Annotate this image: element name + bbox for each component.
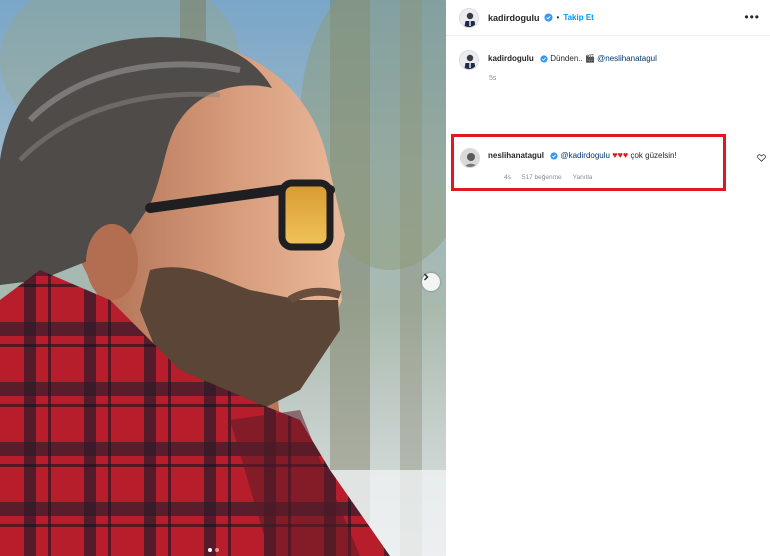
- carousel-dot: [208, 548, 212, 552]
- comment-body: neslihanatagul @kadirdogulu ♥♥♥ çok güze…: [488, 150, 677, 181]
- caption-username[interactable]: kadirdogulu: [488, 54, 534, 63]
- carousel-dot: [215, 548, 219, 552]
- verified-badge-icon: [540, 55, 548, 63]
- photo-illustration: [0, 0, 446, 556]
- header-separator: •: [556, 13, 560, 22]
- comment-likes[interactable]: 517 beğenme: [522, 174, 562, 181]
- commenter-avatar[interactable]: [460, 148, 480, 168]
- next-photo-button[interactable]: [422, 273, 440, 291]
- reply-button[interactable]: Yanıtla: [573, 174, 593, 181]
- post-caption: kadirdogulu Dünden.. 🎬 @neslihanatagul 5…: [459, 50, 759, 82]
- caption-body: Dünden..: [550, 54, 583, 63]
- author-username[interactable]: kadirdogulu: [488, 13, 540, 23]
- comment-username[interactable]: neslihanatagul: [488, 151, 544, 160]
- post-header: kadirdogulu • Takip Et •••: [446, 0, 770, 36]
- comment-meta: 4s 517 beğenme Yanıtla: [504, 174, 677, 181]
- highlighted-comment-frame: neslihanatagul @kadirdogulu ♥♥♥ çok güze…: [451, 134, 726, 191]
- clapper-emoji: 🎬: [584, 54, 595, 63]
- avatar-image: [460, 51, 478, 69]
- heart-emojis: ♥♥♥: [612, 150, 629, 160]
- heart-icon[interactable]: [757, 154, 766, 162]
- comment-text: çok güzelsin!: [630, 151, 677, 160]
- verified-badge-icon: [543, 13, 553, 22]
- comment-line: neslihanatagul @kadirdogulu ♥♥♥ çok güze…: [488, 150, 677, 160]
- avatar-image: [460, 8, 478, 27]
- author-avatar[interactable]: [459, 7, 479, 28]
- post-photo: [0, 0, 446, 556]
- more-options-icon[interactable]: •••: [744, 10, 760, 24]
- caption-mention[interactable]: @neslihanatagul: [597, 54, 657, 63]
- verified-badge-icon: [550, 152, 558, 160]
- comment-item: neslihanatagul @kadirdogulu ♥♥♥ çok güze…: [460, 148, 677, 181]
- caption-text: kadirdogulu Dünden.. 🎬 @neslihanatagul: [488, 54, 657, 70]
- post-side-panel: kadirdogulu • Takip Et ••• kadirdogulu D…: [446, 0, 770, 556]
- caption-avatar[interactable]: [459, 50, 479, 70]
- carousel-dots: [208, 548, 219, 552]
- caption-timestamp: 5s: [489, 75, 497, 82]
- comment-timestamp: 4s: [504, 174, 511, 181]
- avatar-image: [461, 149, 479, 167]
- comment-mention[interactable]: @kadirdogulu: [560, 151, 609, 160]
- follow-button[interactable]: Takip Et: [563, 13, 594, 22]
- next-arrow-icon: [424, 273, 429, 281]
